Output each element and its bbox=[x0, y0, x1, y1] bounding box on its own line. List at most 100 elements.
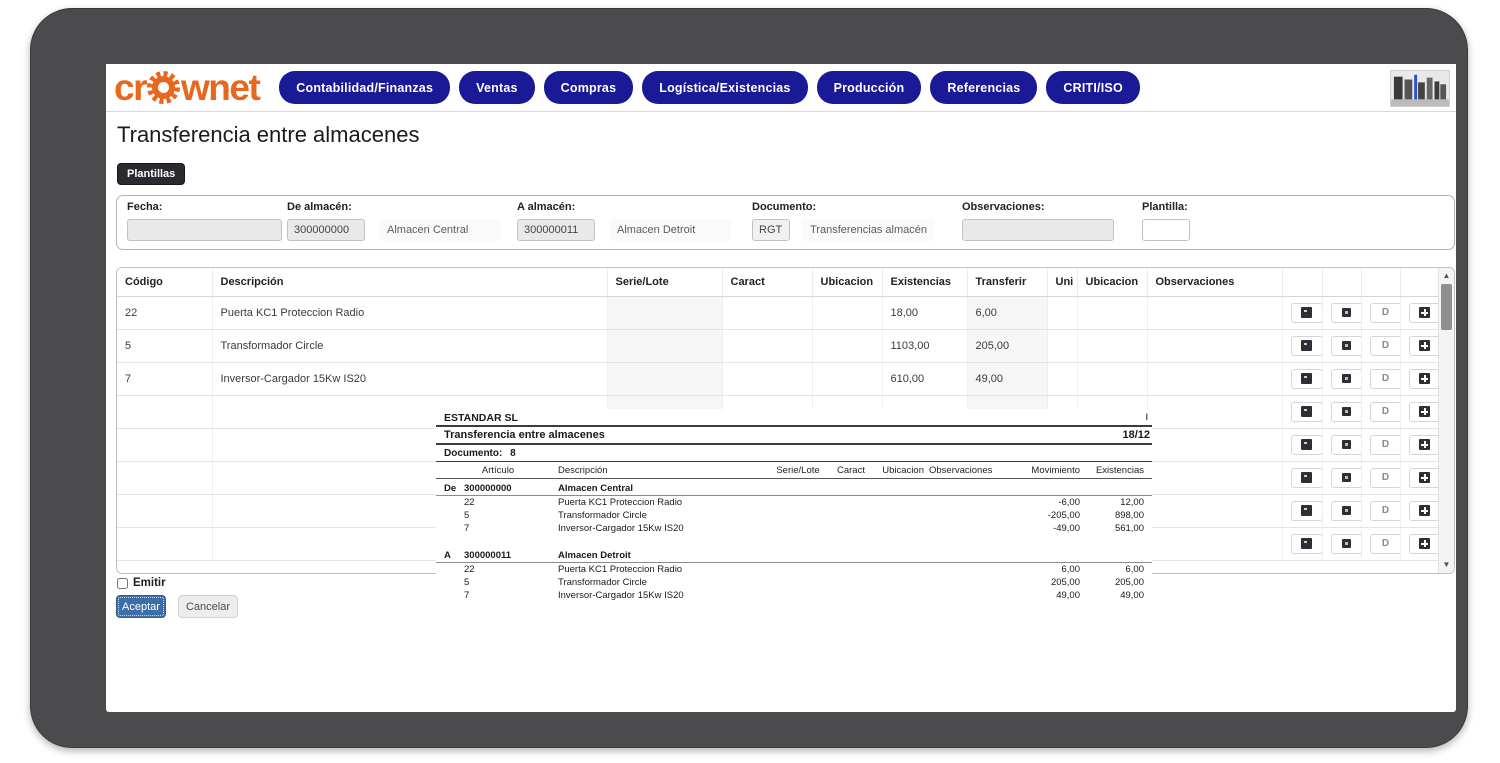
cell-codigo[interactable] bbox=[117, 527, 212, 560]
nav-item-compras[interactable]: Compras bbox=[544, 71, 634, 104]
cell-codigo[interactable] bbox=[117, 428, 212, 461]
cell-serie-lote[interactable] bbox=[607, 362, 722, 395]
row-detail-button[interactable]: D bbox=[1370, 369, 1401, 389]
nav-item-criti-iso[interactable]: CRITI/ISO bbox=[1046, 71, 1139, 104]
aceptar-button[interactable]: Aceptar bbox=[116, 595, 166, 618]
cell-codigo[interactable]: 5 bbox=[117, 329, 212, 362]
row-box-button[interactable] bbox=[1331, 468, 1362, 488]
row-box-button[interactable] bbox=[1331, 369, 1362, 389]
row-detail-button[interactable]: D bbox=[1370, 468, 1401, 488]
vertical-scrollbar[interactable]: ▲ ▼ bbox=[1438, 268, 1454, 573]
nav-item-log-stica-existencias[interactable]: Logística/Existencias bbox=[642, 71, 807, 104]
report-section-prefix: De bbox=[444, 482, 464, 495]
row-detail-button[interactable]: D bbox=[1370, 336, 1401, 356]
row-add-button[interactable] bbox=[1409, 336, 1440, 356]
observaciones-input[interactable] bbox=[962, 219, 1114, 241]
cell-caract[interactable] bbox=[722, 296, 812, 329]
row-grid-button[interactable] bbox=[1291, 303, 1323, 323]
cell-codigo[interactable]: 7 bbox=[117, 362, 212, 395]
row-box-button[interactable] bbox=[1331, 435, 1362, 455]
a-almacen-name: Almacen Detroit bbox=[609, 219, 731, 241]
emitir-checkbox[interactable] bbox=[117, 578, 128, 589]
row-detail-button[interactable]: D bbox=[1370, 534, 1401, 554]
row-add-button[interactable] bbox=[1409, 435, 1440, 455]
cell-codigo[interactable] bbox=[117, 494, 212, 527]
row-box-button[interactable] bbox=[1331, 534, 1362, 554]
row-detail-button[interactable]: D bbox=[1370, 501, 1401, 521]
row-grid-button[interactable] bbox=[1291, 501, 1323, 521]
detail-d-label: D bbox=[1382, 472, 1389, 483]
row-add-button[interactable] bbox=[1409, 534, 1440, 554]
cell-ubicacion-2[interactable] bbox=[1077, 296, 1147, 329]
row-add-button[interactable] bbox=[1409, 468, 1440, 488]
row-grid-button[interactable] bbox=[1291, 468, 1323, 488]
row-detail-button[interactable]: D bbox=[1370, 303, 1401, 323]
cell-uni[interactable] bbox=[1047, 296, 1077, 329]
cell-codigo[interactable] bbox=[117, 395, 212, 428]
cell-ubicacion-2[interactable] bbox=[1077, 362, 1147, 395]
cell-codigo[interactable]: 22 bbox=[117, 296, 212, 329]
plantilla-input[interactable] bbox=[1142, 219, 1190, 241]
nav-item-contabilidad-finanzas[interactable]: Contabilidad/Finanzas bbox=[279, 71, 450, 104]
cell-observaciones[interactable] bbox=[1147, 329, 1282, 362]
nav-item-referencias[interactable]: Referencias bbox=[930, 71, 1037, 104]
de-almacen-input[interactable] bbox=[287, 219, 365, 241]
row-grid-button[interactable] bbox=[1291, 402, 1323, 422]
cell-uni[interactable] bbox=[1047, 329, 1077, 362]
row-grid-button[interactable] bbox=[1291, 534, 1323, 554]
cell-observaciones[interactable] bbox=[1147, 494, 1282, 527]
scroll-up-arrow[interactable]: ▲ bbox=[1439, 269, 1454, 283]
cell-codigo[interactable] bbox=[117, 461, 212, 494]
logo-text-pre: cr bbox=[114, 69, 146, 106]
cell-observaciones[interactable] bbox=[1147, 362, 1282, 395]
row-add-button[interactable] bbox=[1409, 402, 1440, 422]
row-add-button[interactable] bbox=[1409, 303, 1440, 323]
scroll-down-arrow[interactable]: ▼ bbox=[1439, 558, 1454, 572]
cell-caract[interactable] bbox=[722, 362, 812, 395]
cell-observaciones[interactable] bbox=[1147, 428, 1282, 461]
row-box-button[interactable] bbox=[1331, 303, 1362, 323]
row-grid-button[interactable] bbox=[1291, 336, 1323, 356]
row-grid-button[interactable] bbox=[1291, 435, 1323, 455]
cell-ubicacion-2[interactable] bbox=[1077, 329, 1147, 362]
scroll-thumb[interactable] bbox=[1441, 284, 1452, 330]
nav-item-producci-n[interactable]: Producción bbox=[817, 71, 922, 104]
cell-descripcion[interactable]: Transformador Circle bbox=[212, 329, 607, 362]
row-add-button[interactable] bbox=[1409, 501, 1440, 521]
cell-ubicacion-1[interactable] bbox=[812, 296, 882, 329]
plantillas-button[interactable]: Plantillas bbox=[117, 163, 185, 185]
documento-input[interactable] bbox=[752, 219, 790, 241]
cell-observaciones[interactable] bbox=[1147, 461, 1282, 494]
cell-serie-lote[interactable] bbox=[607, 296, 722, 329]
nav-item-ventas[interactable]: Ventas bbox=[459, 71, 535, 104]
cell-descripcion[interactable]: Puerta KC1 Proteccion Radio bbox=[212, 296, 607, 329]
cell-transferir[interactable]: 49,00 bbox=[967, 362, 1047, 395]
a-almacen-input[interactable] bbox=[517, 219, 595, 241]
cell-transferir[interactable]: 205,00 bbox=[967, 329, 1047, 362]
col-header-ubicacion-2: Ubicacion bbox=[1077, 268, 1147, 296]
row-grid-button[interactable] bbox=[1291, 369, 1323, 389]
cell-caract[interactable] bbox=[722, 329, 812, 362]
row-box-button[interactable] bbox=[1331, 402, 1362, 422]
report-item-articulo: 7 bbox=[464, 589, 532, 602]
row-detail-button[interactable]: D bbox=[1370, 435, 1401, 455]
cell-descripcion[interactable]: Inversor-Cargador 15Kw IS20 bbox=[212, 362, 607, 395]
cell-transferir[interactable]: 6,00 bbox=[967, 296, 1047, 329]
detail-d-label: D bbox=[1382, 340, 1389, 351]
cell-uni[interactable] bbox=[1047, 362, 1077, 395]
cell-observaciones[interactable] bbox=[1147, 395, 1282, 428]
row-add-button[interactable] bbox=[1409, 369, 1440, 389]
col-header-codigo: Código bbox=[117, 268, 212, 296]
row-box-button[interactable] bbox=[1331, 501, 1362, 521]
row-detail-button[interactable]: D bbox=[1370, 402, 1401, 422]
row-box-button[interactable] bbox=[1331, 336, 1362, 356]
cancelar-button[interactable]: Cancelar bbox=[178, 595, 238, 618]
cell-serie-lote[interactable] bbox=[607, 329, 722, 362]
cell-ubicacion-1[interactable] bbox=[812, 329, 882, 362]
cell-observaciones[interactable] bbox=[1147, 296, 1282, 329]
report-section-name: Almacen Central bbox=[532, 482, 770, 495]
cell-ubicacion-1[interactable] bbox=[812, 362, 882, 395]
col-header-caract: Caract bbox=[722, 268, 812, 296]
fecha-input[interactable] bbox=[127, 219, 282, 241]
cell-observaciones[interactable] bbox=[1147, 527, 1282, 560]
